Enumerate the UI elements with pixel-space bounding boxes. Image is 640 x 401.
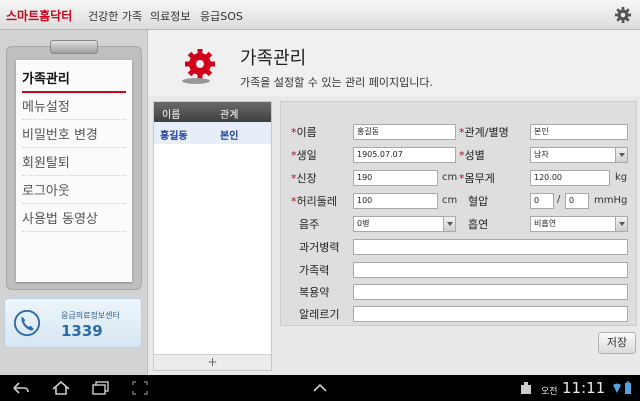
- recent-apps-icon[interactable]: [92, 381, 110, 395]
- battery-icon: [625, 381, 631, 394]
- top-bar: 스마트홈닥터 건강한 가족 의료정보 응급SOS: [0, 0, 640, 30]
- sidebar: 가족관리 메뉴설정 비밀번호 변경 회원탈퇴 로그아웃 사용법 동영상 응급의료…: [0, 30, 148, 375]
- member-detail-form: *이름 홍길동 *관계/별명 본인 *생일 1905.07.07 *성별 남자 …: [280, 101, 637, 326]
- clipboard: 가족관리 메뉴설정 비밀번호 변경 회원탈퇴 로그아웃 사용법 동영상: [6, 40, 142, 290]
- sidebar-item-logout[interactable]: 로그아웃: [22, 180, 126, 204]
- add-member-button[interactable]: +: [154, 354, 271, 370]
- chevron-down-icon: [615, 217, 627, 231]
- hotline-label: 응급의료정보센터: [61, 311, 120, 320]
- drinking-label: 음주: [299, 218, 320, 231]
- medication-label: 복용약: [299, 286, 330, 299]
- phone-icon: [13, 309, 41, 337]
- sidebar-item-withdraw[interactable]: 회원탈퇴: [22, 152, 126, 176]
- chevron-up-icon[interactable]: [312, 381, 328, 395]
- wifi-icon: [613, 383, 621, 393]
- clock-time: 11:11: [562, 379, 606, 397]
- chevron-down-icon: [615, 148, 627, 162]
- bp-systolic-field[interactable]: 0: [530, 193, 554, 209]
- chevron-down-icon: [443, 217, 455, 231]
- allergy-label: 알레르기: [299, 308, 340, 321]
- back-icon[interactable]: [12, 381, 30, 395]
- waist-label: *허리둘레: [291, 195, 337, 208]
- history-field[interactable]: [353, 239, 628, 255]
- sidebar-item-family-management[interactable]: 가족관리: [22, 68, 126, 93]
- notification-icon[interactable]: [520, 381, 532, 395]
- system-navigation-bar: 오전 11:11: [0, 375, 640, 401]
- allergy-field[interactable]: [353, 306, 628, 322]
- sidebar-item-change-password[interactable]: 비밀번호 변경: [22, 124, 126, 148]
- family-history-label: 가족력: [299, 264, 330, 277]
- blood-pressure-label: 혈압: [468, 195, 489, 208]
- history-label: 과거병력: [299, 241, 340, 254]
- nav-emergency-sos[interactable]: 응급SOS: [200, 8, 243, 24]
- list-item[interactable]: 홍길동 본인: [154, 122, 271, 144]
- emergency-hotline-banner[interactable]: 응급의료정보센터 1339: [4, 298, 142, 348]
- weight-label: *몸무게: [459, 172, 495, 185]
- family-history-field[interactable]: [353, 262, 628, 278]
- bp-diastolic-field[interactable]: 0: [565, 193, 589, 209]
- waist-unit: cm: [442, 195, 458, 206]
- clipboard-clip: [50, 40, 98, 54]
- name-label: *이름: [291, 126, 317, 139]
- smoking-label: 흡연: [468, 218, 489, 231]
- member-name: 홍길동: [160, 131, 188, 142]
- weight-unit: kg: [615, 172, 628, 183]
- bp-unit: mmHg: [594, 195, 628, 206]
- gear-icon[interactable]: [614, 6, 632, 24]
- waist-field[interactable]: 100: [353, 193, 438, 209]
- nav-medical-info[interactable]: 의료정보: [150, 8, 190, 24]
- drinking-select[interactable]: 0병: [353, 216, 456, 232]
- medication-field[interactable]: [353, 284, 628, 300]
- sidebar-item-tutorial-video[interactable]: 사용법 동영상: [22, 208, 126, 232]
- birth-label: *생일: [291, 149, 317, 162]
- height-unit: cm: [442, 172, 458, 183]
- member-list-header: 이름 관계: [154, 102, 271, 122]
- sidebar-menu: 가족관리 메뉴설정 비밀번호 변경 회원탈퇴 로그아웃 사용법 동영상: [16, 60, 132, 282]
- birth-field[interactable]: 1905.07.07: [353, 147, 456, 163]
- page-title: 가족관리: [240, 48, 307, 69]
- page-header: 가족관리 가족을 설정할 수 있는 관리 페이지입니다.: [148, 30, 640, 96]
- page-subtitle: 가족을 설정할 수 있는 관리 페이지입니다.: [240, 76, 434, 89]
- home-icon[interactable]: [52, 381, 70, 395]
- column-name: 이름: [162, 110, 181, 121]
- settings-gear-icon: [182, 49, 215, 84]
- sidebar-item-menu-settings[interactable]: 메뉴설정: [22, 96, 126, 120]
- height-field[interactable]: 190: [353, 170, 438, 186]
- app-brand[interactable]: 스마트홈닥터: [6, 7, 72, 24]
- gender-select[interactable]: 남자: [530, 147, 628, 163]
- clock-ampm: 오전: [541, 387, 558, 397]
- screenshot-icon[interactable]: [132, 381, 148, 395]
- bp-separator: /: [557, 194, 561, 205]
- weight-field[interactable]: 120.00: [530, 170, 610, 186]
- gender-label: *성별: [459, 149, 485, 162]
- save-button[interactable]: 저장: [598, 332, 636, 354]
- name-field[interactable]: 홍길동: [353, 124, 456, 140]
- smoking-select[interactable]: 비흡연: [530, 216, 628, 232]
- relation-label: *관계/별명: [459, 126, 509, 139]
- member-relation: 본인: [220, 131, 239, 142]
- family-member-list: 이름 관계 홍길동 본인 +: [153, 101, 272, 371]
- column-relation: 관계: [220, 110, 239, 121]
- hotline-number: 1339: [61, 322, 103, 340]
- height-label: *신장: [291, 172, 317, 185]
- relation-field[interactable]: 본인: [530, 124, 628, 140]
- nav-healthy-family[interactable]: 건강한 가족: [88, 8, 142, 24]
